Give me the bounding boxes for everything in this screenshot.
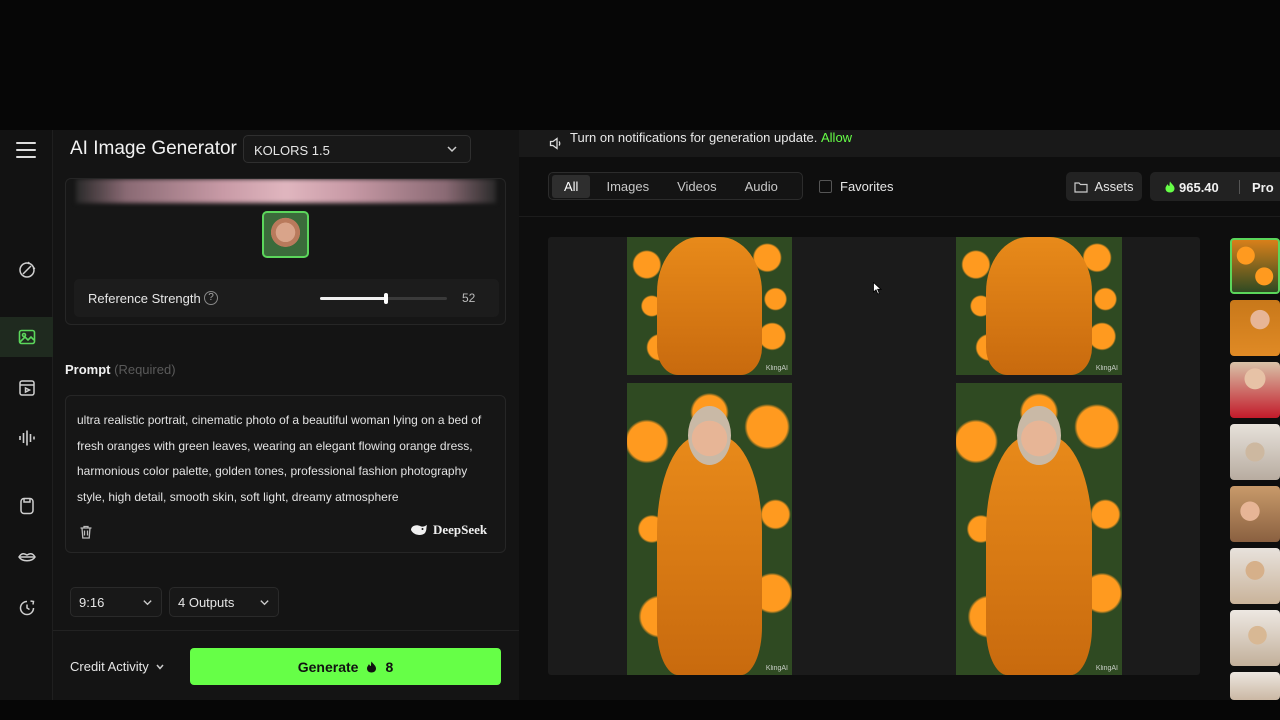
image-dress-shape [656, 237, 763, 375]
image-dress-shape [985, 435, 1093, 675]
bottom-letterbox [0, 700, 1280, 720]
flame-icon [367, 661, 377, 672]
prompt-input[interactable]: ultra realistic portrait, cinematic phot… [65, 395, 506, 553]
generated-image[interactable]: KlingAI [627, 237, 792, 375]
reference-face-thumbnail[interactable] [262, 211, 309, 258]
generate-footer: Credit Activity Generate 8 [53, 630, 519, 700]
model-select-value: KOLORS 1.5 [254, 143, 330, 158]
whale-icon [411, 525, 427, 535]
slider-fill [320, 297, 387, 300]
mouse-cursor-icon [873, 282, 882, 295]
speaker-icon [549, 137, 561, 150]
image-watermark: KlingAI [765, 365, 788, 372]
history-thumbnail[interactable] [1230, 238, 1280, 294]
credits-divider [1239, 180, 1240, 194]
flame-icon [1165, 181, 1175, 193]
assets-button[interactable]: Assets [1066, 172, 1142, 201]
clothing-icon[interactable] [0, 486, 53, 526]
history-icon[interactable] [0, 588, 53, 628]
chevron-down-icon [143, 600, 152, 606]
image-head-shape [688, 406, 731, 465]
chevron-down-icon [260, 600, 269, 606]
favorites-toggle[interactable]: Favorites [819, 179, 893, 194]
history-thumbnail[interactable] [1230, 672, 1280, 700]
generated-image[interactable]: KlingAI [956, 383, 1122, 675]
notification-bar: Turn on notifications for generation upd… [519, 130, 1280, 157]
credit-activity-label: Credit Activity [70, 659, 149, 674]
slider-thumb[interactable] [384, 293, 389, 304]
image-head-shape [1017, 406, 1061, 465]
deepseek-label: DeepSeek [433, 522, 488, 537]
history-thumbnail[interactable] [1230, 610, 1280, 666]
history-thumbnail-strip [1230, 238, 1280, 700]
history-thumbnail[interactable] [1230, 486, 1280, 542]
image-watermark: KlingAI [765, 665, 788, 672]
chevron-down-icon [447, 146, 457, 153]
reference-image-preview [76, 179, 496, 203]
credits-badge[interactable]: 965.40 Pro [1150, 172, 1280, 201]
notification-message: Turn on notifications for generation upd… [570, 130, 818, 145]
prompt-text[interactable]: ultra realistic portrait, cinematic phot… [77, 408, 487, 510]
folder-icon [1074, 181, 1089, 193]
help-icon[interactable]: ? [204, 291, 218, 305]
audio-wave-icon[interactable] [0, 418, 53, 458]
history-thumbnail[interactable] [1230, 300, 1280, 356]
reference-image-box: Reference Strength ? 52 [65, 178, 506, 325]
history-thumbnail[interactable] [1230, 548, 1280, 604]
image-dress-shape [985, 237, 1093, 375]
reference-strength-label: Reference Strength [88, 291, 201, 306]
chevron-down-icon [156, 664, 164, 670]
aspect-ratio-value: 9:16 [79, 595, 105, 610]
left-rail [0, 130, 53, 700]
page-title: AI Image Generator [70, 138, 237, 159]
deepseek-button[interactable]: DeepSeek [410, 522, 487, 538]
tab-audio[interactable]: Audio [733, 175, 790, 198]
filter-tabs: All Images Videos Audio [548, 172, 803, 200]
image-gallery: KlingAI KlingAI KlingAI KlingAI [548, 237, 1200, 675]
tab-videos[interactable]: Videos [665, 175, 729, 198]
favorites-label: Favorites [840, 179, 894, 194]
outputs-value: 4 Outputs [178, 595, 235, 610]
generated-image[interactable]: KlingAI [627, 383, 792, 675]
generate-button[interactable]: Generate 8 [190, 648, 501, 685]
tab-images[interactable]: Images [594, 175, 661, 198]
image-watermark: KlingAI [1095, 665, 1118, 672]
magic-wand-icon[interactable] [0, 250, 53, 290]
generated-image[interactable]: KlingAI [956, 237, 1122, 375]
reference-strength-row: Reference Strength ? 52 [74, 279, 499, 317]
prompt-heading: Prompt (Required) [65, 362, 176, 377]
favorites-checkbox[interactable] [819, 180, 832, 193]
tab-all[interactable]: All [552, 174, 591, 198]
assets-label: Assets [1094, 179, 1134, 194]
prompt-label: Prompt [65, 362, 111, 377]
generate-cost: 8 [385, 658, 394, 675]
plan-label[interactable]: Pro [1252, 180, 1274, 195]
generator-panel: AI Image Generator KOLORS 1.5 Reference … [53, 130, 519, 700]
model-select[interactable]: KOLORS 1.5 [243, 135, 471, 163]
results-area: Turn on notifications for generation upd… [519, 130, 1280, 700]
credits-amount: 965.40 [1179, 180, 1219, 195]
image-dress-shape [656, 435, 763, 675]
video-icon[interactable] [0, 368, 53, 408]
aspect-ratio-select[interactable]: 9:16 [70, 587, 162, 617]
image-watermark: KlingAI [1095, 365, 1118, 372]
history-thumbnail[interactable] [1230, 424, 1280, 480]
image-icon[interactable] [0, 317, 53, 357]
reference-strength-value: 52 [462, 291, 476, 305]
generate-label: Generate [297, 658, 359, 675]
reference-strength-slider[interactable] [320, 293, 447, 304]
top-letterbox [0, 0, 1280, 130]
history-thumbnail[interactable] [1230, 362, 1280, 418]
outputs-select[interactable]: 4 Outputs [169, 587, 279, 617]
allow-notifications-link[interactable]: Allow [821, 130, 852, 146]
menu-icon[interactable] [16, 142, 36, 158]
lips-icon[interactable] [0, 537, 53, 577]
prompt-required-label: (Required) [114, 362, 176, 377]
credit-activity-button[interactable]: Credit Activity [70, 659, 165, 674]
trash-icon[interactable] [78, 524, 94, 540]
toolbar-divider [519, 216, 1280, 217]
